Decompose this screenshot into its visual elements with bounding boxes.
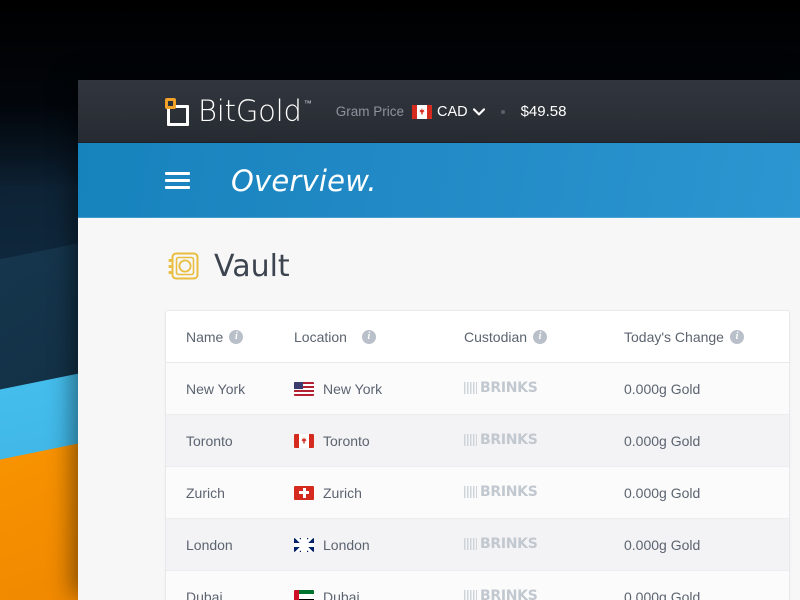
- vault-safe-icon: [165, 248, 201, 284]
- brinks-wordmark: BRINKS: [480, 484, 538, 500]
- cell-name: London: [166, 537, 294, 553]
- column-header-todays-change[interactable]: Today's Change i: [624, 329, 789, 345]
- brinks-wordmark: BRINKS: [480, 380, 538, 396]
- flag-united-states-icon: [294, 382, 314, 396]
- flag-canada-icon: [412, 105, 432, 119]
- logo-accent-square: [165, 98, 176, 109]
- brinks-logo: BRINKS: [464, 536, 538, 552]
- page-title: Overview.: [231, 164, 377, 198]
- cell-name: Dubai: [166, 589, 294, 600]
- brinks-wordmark: BRINKS: [480, 588, 538, 600]
- cell-todays-change: 0.000g Gold: [624, 381, 789, 397]
- table-row[interactable]: London London BRINKS 0.000g Gold: [166, 519, 789, 571]
- brand-name: BitGold: [198, 97, 302, 126]
- flag-united-kingdom-icon: [294, 538, 314, 552]
- column-header-name[interactable]: Name i: [166, 329, 294, 345]
- hamburger-menu-icon[interactable]: [165, 172, 190, 189]
- gram-price-cluster: Gram Price CAD $49.58: [336, 103, 567, 120]
- cell-custodian: BRINKS: [464, 380, 624, 397]
- cell-name: Zurich: [166, 485, 294, 501]
- brand-logo[interactable]: BitGold ™: [165, 97, 312, 126]
- hamburger-line: [165, 172, 190, 175]
- cell-name: New York: [166, 381, 294, 397]
- chevron-down-icon: [473, 108, 485, 116]
- cell-location-label: Toronto: [323, 433, 370, 449]
- cell-location: Toronto: [294, 433, 464, 449]
- page-header-bar: Overview.: [78, 143, 800, 218]
- table-row[interactable]: New York New York BRINKS 0.000g Gold: [166, 363, 789, 415]
- bitgold-square-logo-icon: [165, 98, 191, 124]
- column-header-custodian[interactable]: Custodian i: [464, 329, 624, 345]
- cell-todays-change: 0.000g Gold: [624, 537, 789, 553]
- top-navigation-bar: BitGold ™ Gram Price CAD $49.58: [78, 80, 800, 143]
- brinks-bars-icon: [464, 590, 477, 600]
- gram-price-value: $49.58: [521, 103, 567, 120]
- currency-code: CAD: [437, 104, 468, 120]
- column-header-label: Name: [186, 329, 223, 345]
- info-icon[interactable]: i: [730, 330, 744, 344]
- flag-uae-icon: [294, 590, 314, 600]
- brinks-logo: BRINKS: [464, 484, 538, 500]
- vault-title: Vault: [214, 249, 290, 284]
- app-window: BitGold ™ Gram Price CAD $49.58 Overview…: [78, 80, 800, 600]
- brinks-logo: BRINKS: [464, 380, 538, 396]
- info-icon[interactable]: i: [362, 330, 376, 344]
- table-row[interactable]: Zurich Zurich BRINKS 0.000g Gold: [166, 467, 789, 519]
- cell-location-label: New York: [323, 381, 382, 397]
- column-header-location[interactable]: Location i: [294, 329, 464, 345]
- cell-location: Zurich: [294, 485, 464, 501]
- table-row[interactable]: Dubai Dubai BRINKS 0.000g Gold: [166, 571, 789, 600]
- column-header-label: Location: [294, 329, 347, 345]
- brinks-wordmark: BRINKS: [480, 432, 538, 448]
- cell-todays-change: 0.000g Gold: [624, 485, 789, 501]
- column-header-label: Today's Change: [624, 329, 724, 345]
- cell-custodian: BRINKS: [464, 484, 624, 501]
- cell-location-label: London: [323, 537, 370, 553]
- currency-selector[interactable]: CAD: [412, 104, 485, 120]
- brinks-bars-icon: [464, 538, 477, 550]
- cell-custodian: BRINKS: [464, 536, 624, 553]
- hamburger-line: [165, 186, 190, 189]
- cell-location: London: [294, 537, 464, 553]
- cell-todays-change: 0.000g Gold: [624, 589, 789, 600]
- trademark-symbol: ™: [304, 99, 312, 108]
- vault-table: Name i Location i Custodian i Today's Ch…: [165, 310, 790, 600]
- brinks-bars-icon: [464, 434, 477, 446]
- brinks-bars-icon: [464, 486, 477, 498]
- info-icon[interactable]: i: [229, 330, 243, 344]
- brinks-wordmark: BRINKS: [480, 536, 538, 552]
- flag-canada-icon: [294, 434, 314, 448]
- info-icon[interactable]: i: [533, 330, 547, 344]
- table-header-row: Name i Location i Custodian i Today's Ch…: [166, 311, 789, 363]
- main-content: Vault Name i Location i Custodian i Toda…: [78, 218, 800, 600]
- cell-location: New York: [294, 381, 464, 397]
- cell-custodian: BRINKS: [464, 588, 624, 600]
- hamburger-line: [165, 179, 190, 182]
- cell-location: Dubai: [294, 589, 464, 600]
- cell-location-label: Dubai: [323, 589, 360, 600]
- brinks-logo: BRINKS: [464, 432, 538, 448]
- cell-custodian: BRINKS: [464, 432, 624, 449]
- flag-switzerland-icon: [294, 486, 314, 500]
- column-header-label: Custodian: [464, 329, 527, 345]
- brinks-bars-icon: [464, 382, 477, 394]
- table-row[interactable]: Toronto Toronto BRINKS 0.000g Gold: [166, 415, 789, 467]
- vault-section-heading: Vault: [165, 218, 800, 310]
- brinks-logo: BRINKS: [464, 588, 538, 600]
- gram-price-label: Gram Price: [336, 104, 404, 119]
- separator-dot: [501, 110, 505, 114]
- cell-todays-change: 0.000g Gold: [624, 433, 789, 449]
- cell-name: Toronto: [166, 433, 294, 449]
- cell-location-label: Zurich: [323, 485, 362, 501]
